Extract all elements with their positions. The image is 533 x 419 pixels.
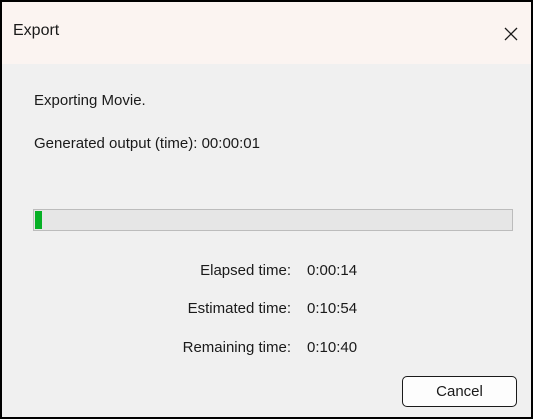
elapsed-time-value: 0:00:14 bbox=[307, 262, 358, 279]
elapsed-time-label: Elapsed time: bbox=[200, 262, 291, 279]
close-icon bbox=[504, 27, 518, 41]
progress-fill bbox=[35, 211, 43, 229]
title-bar: Export bbox=[2, 2, 531, 64]
generated-output-text: Generated output (time): 00:00:01 bbox=[34, 135, 260, 152]
remaining-time-value: 0:10:40 bbox=[307, 339, 358, 356]
estimated-time-label: Estimated time: bbox=[187, 300, 291, 317]
export-dialog: Export Exporting Movie. Generated output… bbox=[0, 0, 533, 419]
estimated-time-value: 0:10:54 bbox=[307, 300, 358, 317]
status-message: Exporting Movie. bbox=[34, 92, 146, 109]
remaining-time-label: Remaining time: bbox=[182, 339, 291, 356]
cancel-button[interactable]: Cancel bbox=[402, 376, 517, 407]
window-title: Export bbox=[13, 22, 60, 39]
close-button[interactable] bbox=[491, 14, 531, 54]
export-progress-bar bbox=[33, 209, 513, 231]
